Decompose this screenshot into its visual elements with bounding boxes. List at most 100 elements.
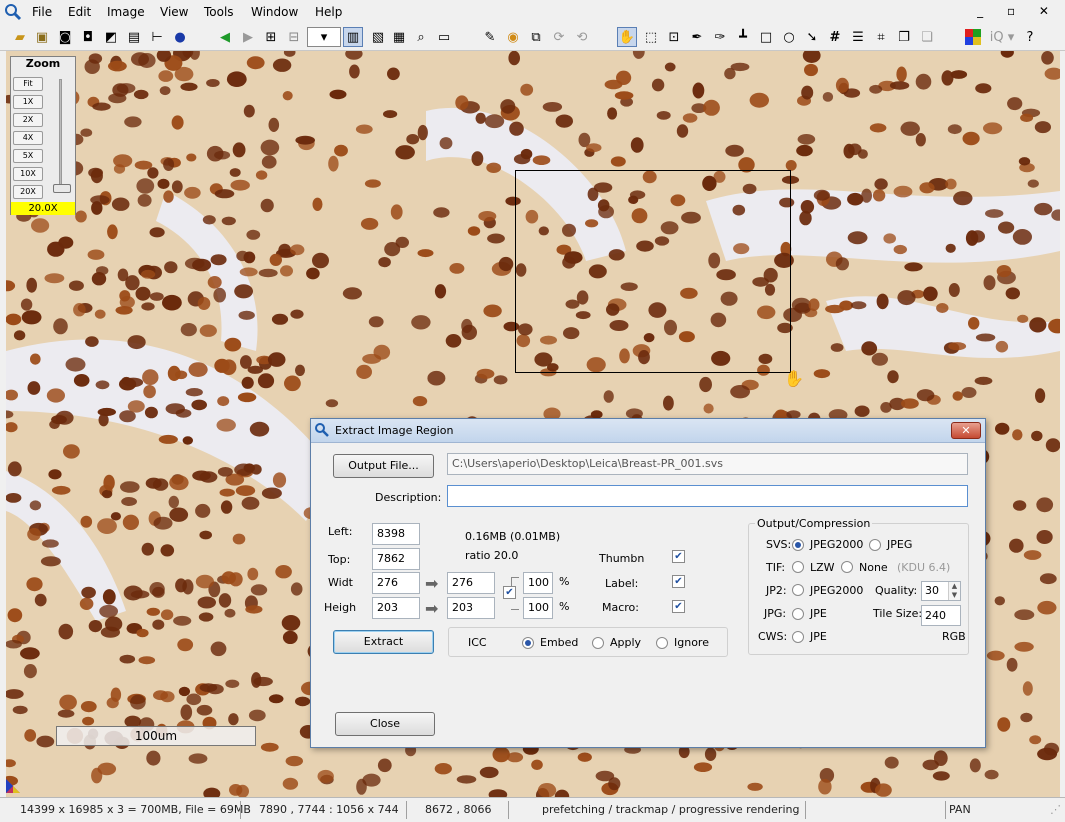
menu-help[interactable]: Help xyxy=(315,5,342,19)
output-path-field[interactable]: C:\Users\aperio\Desktop\Leica\Breast-PR_… xyxy=(447,453,968,475)
jpg-jpe-radio[interactable] xyxy=(792,608,804,620)
zoom-4x-button[interactable]: 4X xyxy=(13,131,43,145)
icc-apply-radio[interactable] xyxy=(592,637,604,649)
height-percent-input[interactable]: 100 xyxy=(523,597,553,619)
svs-label: SVS: xyxy=(766,538,792,551)
extract-button[interactable]: Extract xyxy=(333,630,434,654)
color-dropdown[interactable]: ▾ xyxy=(307,27,341,47)
tif-lzw-radio[interactable] xyxy=(792,561,804,573)
menu-file[interactable]: File xyxy=(32,5,52,19)
height-arrow-icon: ➡ xyxy=(425,599,439,618)
icc-apply-label: Apply xyxy=(610,636,642,649)
close-button[interactable]: Close xyxy=(335,712,435,736)
ellipse-icon[interactable]: ○ xyxy=(779,27,799,47)
print-icon[interactable]: ▤ xyxy=(124,27,144,47)
quality-spin-icon[interactable]: ▲ ▼ xyxy=(948,582,960,600)
copy-icon[interactable]: ❐ xyxy=(894,27,914,47)
paste-icon[interactable]: ❏ xyxy=(917,27,937,47)
annotate-icon[interactable]: ✎ xyxy=(480,27,500,47)
tif-lzw-label: LZW xyxy=(810,561,835,574)
extract-region-icon[interactable]: ⊡ xyxy=(664,27,684,47)
chart-icon[interactable]: ⊢ xyxy=(147,27,167,47)
aspect-lock-bracket-bottom xyxy=(511,609,519,610)
info-icon[interactable]: ● xyxy=(170,27,190,47)
slide-icon[interactable]: ▭ xyxy=(434,27,454,47)
help-icon[interactable]: ? xyxy=(1020,27,1040,47)
pan-hand-icon[interactable]: ✋ xyxy=(617,27,637,47)
selection-rectangle[interactable] xyxy=(515,170,791,373)
pencil-eraser-icon[interactable]: ⌗ xyxy=(871,27,891,47)
app-logo-icon[interactable] xyxy=(4,3,22,21)
thumb-checkbox[interactable]: ✔ xyxy=(672,550,685,563)
width-percent-input[interactable]: 100 xyxy=(523,572,553,594)
quality-label: Quality: xyxy=(875,584,918,597)
jp2-jpeg2000-radio[interactable] xyxy=(792,584,804,596)
resize-grip-icon[interactable]: ⋰ xyxy=(1050,803,1061,816)
palette-icon[interactable]: ◉ xyxy=(503,27,523,47)
cws-jpe-radio[interactable] xyxy=(792,631,804,643)
zoom-5x-button[interactable]: 5X xyxy=(13,149,43,163)
tif-none-radio[interactable] xyxy=(841,561,853,573)
height-output-input[interactable]: 203 xyxy=(447,597,495,619)
save-icon[interactable]: ▣ xyxy=(32,27,52,47)
iq-dropdown[interactable]: iQ ▾ xyxy=(986,27,1018,47)
height-input[interactable]: 203 xyxy=(372,597,420,619)
pen-icon[interactable]: ✒ xyxy=(687,27,707,47)
zoom-10x-button[interactable]: 10X xyxy=(13,167,43,181)
ruler-icon[interactable]: ┻ xyxy=(733,27,753,47)
width-output-input[interactable]: 276 xyxy=(447,572,495,594)
description-input[interactable] xyxy=(447,485,968,507)
label-checkbox[interactable]: ✔ xyxy=(672,575,685,588)
zoom-1x-button[interactable]: 1X xyxy=(13,95,43,109)
compare-icon[interactable]: ⧉ xyxy=(526,27,546,47)
back-icon[interactable]: ◀ xyxy=(215,27,235,47)
zoom-2x-button[interactable]: 2X xyxy=(13,113,43,127)
top-label: Top: xyxy=(328,553,351,566)
forward-icon[interactable]: ▶ xyxy=(238,27,258,47)
select-arrow-icon[interactable]: ⬚ xyxy=(641,27,661,47)
output-file-button[interactable]: Output File... xyxy=(333,454,434,478)
menu-tools[interactable]: Tools xyxy=(204,5,234,19)
tile-size-input[interactable]: 240 xyxy=(921,605,961,626)
zoom-slider-thumb[interactable] xyxy=(53,184,71,193)
status-divider xyxy=(508,801,509,819)
svs-jpeg-radio[interactable] xyxy=(869,539,881,551)
arrow-icon[interactable]: ➘ xyxy=(802,27,822,47)
window-controls[interactable]: _ ▫ ✕ xyxy=(977,4,1059,18)
zoom-slider-track[interactable] xyxy=(59,79,62,187)
menu-view[interactable]: View xyxy=(160,5,188,19)
grid-icon[interactable]: # xyxy=(825,27,845,47)
zoom-fit-button[interactable]: Fit xyxy=(13,77,43,91)
macro-checkbox[interactable]: ✔ xyxy=(672,600,685,613)
color-channels-icon[interactable] xyxy=(963,27,983,47)
kdu-version: (KDU 6.4) xyxy=(897,561,951,574)
aspect-lock-checkbox[interactable]: ✔ xyxy=(503,586,516,599)
layout-tree-alt-icon[interactable]: ⊟ xyxy=(284,27,304,47)
camera-icon[interactable]: ◙ xyxy=(55,27,75,47)
grid-view-icon[interactable]: ▦ xyxy=(389,27,409,47)
rectangle-icon[interactable]: □ xyxy=(756,27,776,47)
icc-ignore-radio[interactable] xyxy=(656,637,668,649)
pen-alt-icon[interactable]: ✑ xyxy=(710,27,730,47)
width-input[interactable]: 276 xyxy=(372,572,420,594)
document-icon[interactable]: ▧ xyxy=(368,27,388,47)
sync-icon[interactable]: ⟳ xyxy=(549,27,569,47)
camera-zoom-icon[interactable]: ◘ xyxy=(78,27,98,47)
svs-jpeg2000-radio[interactable] xyxy=(792,539,804,551)
magnifier-icon[interactable]: ⌕ xyxy=(411,27,431,47)
menu-edit[interactable]: Edit xyxy=(68,5,91,19)
snapshot-icon[interactable]: ◩ xyxy=(101,27,121,47)
menu-window[interactable]: Window xyxy=(251,5,298,19)
list-icon[interactable]: ☰ xyxy=(848,27,868,47)
menu-image[interactable]: Image xyxy=(107,5,145,19)
icc-embed-radio[interactable] xyxy=(522,637,534,649)
width-arrow-icon: ➡ xyxy=(425,574,439,593)
top-input[interactable]: 7862 xyxy=(372,548,420,570)
layout-tree-icon[interactable]: ⊞ xyxy=(261,27,281,47)
zoom-20x-button[interactable]: 20X xyxy=(13,185,43,199)
open-folder-icon[interactable]: ▰ xyxy=(10,27,30,47)
thumbnail-toggle-icon[interactable]: ▥ xyxy=(343,27,363,47)
left-input[interactable]: 8398 xyxy=(372,523,420,545)
sync-alt-icon[interactable]: ⟲ xyxy=(572,27,592,47)
dialog-close-icon[interactable]: ✕ xyxy=(951,422,981,439)
